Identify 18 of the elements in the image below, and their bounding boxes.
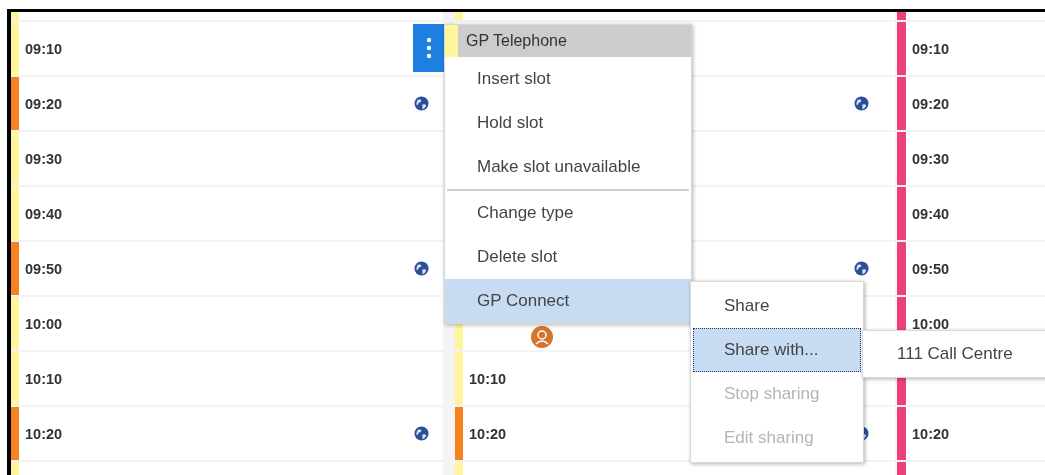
menu-title: GP Telephone	[466, 32, 567, 50]
slot-time: 09:50	[912, 260, 950, 277]
slot-time: 09:10	[912, 40, 950, 57]
slot-time: 09:40	[912, 205, 950, 222]
slot-time: 10:00	[25, 315, 63, 332]
slot-time: 09:10	[25, 40, 63, 57]
slot-time: 09:40	[25, 205, 63, 222]
slot-time: 09:50	[25, 260, 63, 277]
slot-time: 09:20	[912, 95, 950, 112]
slot-time: 10:20	[912, 425, 950, 442]
slot-time: 10:20	[469, 425, 507, 442]
slot-time: 10:10	[25, 370, 63, 387]
slot-time: 10:10	[469, 370, 507, 387]
slot-time: 09:30	[912, 150, 950, 167]
slot-time: 09:30	[25, 150, 63, 167]
slot-time: 09:20	[25, 95, 63, 112]
slot-time: 10:00	[912, 315, 950, 332]
slot-time: 10:20	[25, 425, 63, 442]
